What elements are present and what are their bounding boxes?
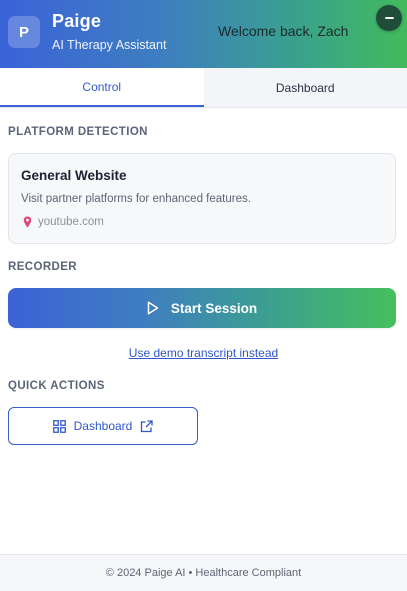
platform-site-text: youtube.com [38,216,104,228]
footer: © 2024 Paige AI • Healthcare Compliant [0,554,407,591]
platform-title: General Website [21,168,127,183]
play-icon [147,301,159,315]
platform-description: Visit partner platforms for enhanced fea… [21,193,251,205]
minimize-button[interactable] [376,5,402,31]
platform-site: youtube.com [23,216,104,228]
logo-letter: P [18,23,29,41]
recorder-heading: RECORDER [8,261,78,273]
platform-detection-heading: PLATFORM DETECTION [8,126,148,138]
tab-control[interactable]: Control [0,68,204,107]
platform-card: General Website Visit partner platforms … [8,153,396,244]
external-link-icon [141,419,154,432]
demo-transcript-link[interactable]: Use demo transcript instead [0,346,407,360]
app-header: P Paige AI Therapy Assistant Welcome bac… [0,0,407,68]
minus-icon [384,17,394,19]
tab-bar: Control Dashboard [0,68,407,108]
footer-text: © 2024 Paige AI • Healthcare Compliant [105,567,302,579]
start-session-button[interactable]: Start Session [8,288,396,328]
dashboard-button[interactable]: Dashboard [8,407,198,445]
grid-icon [52,419,66,433]
quick-actions-heading: QUICK ACTIONS [8,380,105,392]
app-logo: P [8,16,40,48]
start-session-label: Start Session [170,300,258,316]
map-pin-icon [23,216,32,228]
dashboard-button-label: Dashboard [73,419,133,433]
tab-dashboard[interactable]: Dashboard [203,68,407,107]
welcome-message: Welcome back, Zach [218,23,349,39]
app-title: Paige [52,11,102,31]
app-subtitle: AI Therapy Assistant [52,38,167,52]
